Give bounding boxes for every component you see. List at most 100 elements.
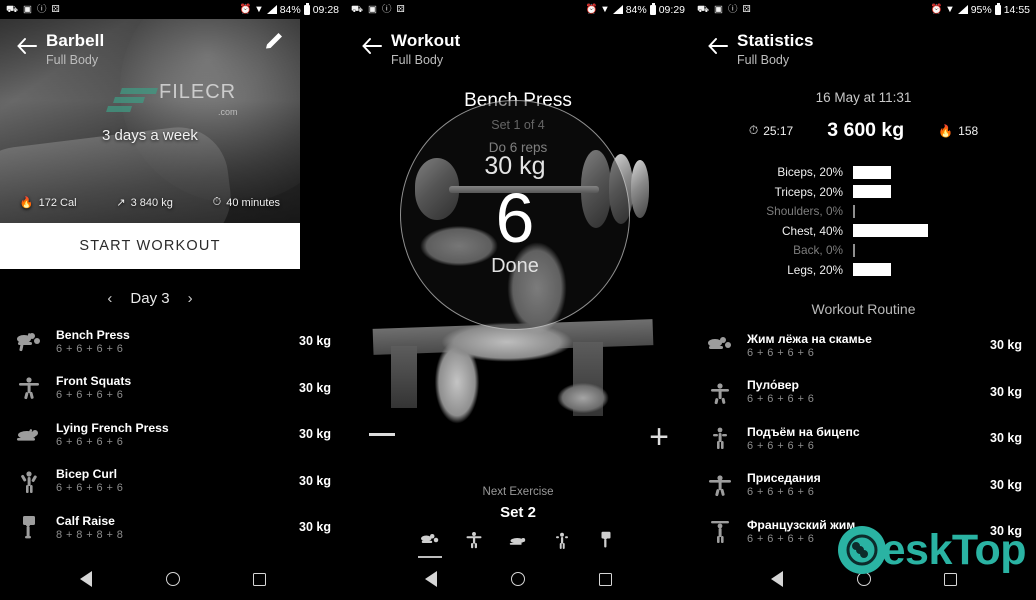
exercise-thumbnail	[701, 421, 739, 455]
exercise-reps: 6 + 6 + 6 + 6	[747, 439, 815, 452]
dial-weight-label: 30 kg	[484, 152, 546, 180]
status-bar: ⛟ ▣ ⓘ ⚄ ⏰ ▼ 95% 14:55	[691, 0, 1036, 19]
exercise-name: Приседания	[747, 471, 821, 486]
french-press-figure-icon	[711, 521, 729, 544]
exercise-info: Lying French Press 6 + 6 + 6 + 6	[48, 421, 299, 448]
filecr-watermark-suffix: .com	[218, 107, 238, 117]
filecr-logo-bars	[106, 88, 158, 112]
clock: 09:28	[312, 3, 339, 16]
wifi-icon: ▼	[945, 3, 955, 15]
list-item[interactable]: Calf Raise 8 + 8 + 8 + 8 30 kg	[0, 504, 345, 551]
exercise-info: Front Squats 6 + 6 + 6 + 6	[48, 374, 299, 401]
alarm-icon: ⏰	[239, 3, 252, 15]
list-item[interactable]: Приседания 6 + 6 + 6 + 6 30 kg	[691, 462, 1036, 509]
exercise-weight: 30 kg	[990, 477, 1022, 492]
nav-recents-button[interactable]	[597, 571, 614, 588]
chart-label: Chest, 40%	[782, 223, 843, 238]
chart-bar	[853, 165, 891, 179]
stat-duration-value: 40 minutes	[226, 196, 281, 209]
rep-counter-dial[interactable]: 30 kg 6 Done	[400, 100, 630, 330]
back-triangle-icon	[770, 571, 783, 587]
page-title: Statistics	[737, 31, 814, 50]
next-exercise-label: Next Exercise	[482, 486, 554, 498]
chart-bar-wrap	[853, 165, 891, 179]
next-day-button[interactable]: ›	[184, 288, 197, 309]
signal-icon	[957, 5, 968, 14]
nav-home-button[interactable]	[164, 571, 181, 588]
nav-back-button[interactable]	[768, 571, 785, 588]
start-workout-button[interactable]: START WORKOUT	[0, 223, 300, 269]
vibrate-icon: ⚄	[51, 3, 60, 15]
vibrate-icon: ⚄	[396, 3, 405, 15]
back-button[interactable]	[357, 29, 391, 63]
nav-recents-button[interactable]	[251, 571, 268, 588]
status-bar-left-icons: ⛟ ▣ ⓘ ⚄	[697, 5, 751, 15]
list-item[interactable]: Подъём на бицепс 6 + 6 + 6 + 6 30 kg	[691, 415, 1036, 462]
list-item[interactable]: Lying French Press 6 + 6 + 6 + 6 30 kg	[0, 411, 345, 458]
status-bar-right-icons: ⏰ ▼ 95% 14:55	[930, 3, 1030, 16]
filmstrip-item-front-squats[interactable]	[460, 526, 488, 554]
exercise-info: Жим лёжа на скамье 6 + 6 + 6 + 6	[739, 332, 990, 359]
chart-bar	[853, 243, 855, 257]
usb-icon: ⛟	[351, 3, 363, 15]
screen-statistics: ⛟ ▣ ⓘ ⚄ ⏰ ▼ 95% 14:55 Statistics Full Bo…	[691, 0, 1036, 600]
decrease-reps-button[interactable]	[369, 433, 395, 436]
exercise-info: Подъём на бицепс 6 + 6 + 6 + 6	[739, 425, 990, 452]
squat-figure-icon	[709, 475, 731, 496]
desktop-watermark: eskTop	[836, 524, 1027, 576]
lying-french-press-figure-icon	[17, 429, 38, 441]
exercise-weight: 30 kg	[990, 384, 1022, 399]
session-date: 16 May at 11:31	[815, 90, 912, 106]
wifi-icon: ▼	[254, 3, 264, 15]
edit-button[interactable]	[262, 29, 288, 55]
stat-calories: 🔥 172 Cal	[20, 196, 77, 210]
nav-back-button[interactable]	[423, 571, 440, 588]
chart-bar-wrap	[853, 243, 855, 257]
list-item[interactable]: Пуло́вер 6 + 6 + 6 + 6 30 kg	[691, 369, 1036, 416]
back-triangle-icon	[425, 571, 437, 587]
exercise-weight: 30 kg	[990, 431, 1022, 446]
exercise-thumbnail	[701, 375, 739, 409]
page-title: Workout	[391, 31, 461, 50]
exercise-info: Приседания 6 + 6 + 6 + 6	[739, 471, 990, 498]
exercise-name: Жим лёжа на скамье	[747, 331, 872, 346]
dnd-icon: ⓘ	[727, 3, 738, 15]
android-nav-bar	[345, 558, 691, 600]
chart-row: Legs, 20%	[751, 260, 1036, 280]
filmstrip-item-bicep-curl[interactable]	[548, 526, 576, 554]
chart-label: Back, 0%	[793, 243, 843, 258]
stopwatch-icon: ⏱	[748, 123, 759, 138]
chart-row: Back, 0%	[751, 240, 1036, 260]
nav-back-button[interactable]	[77, 571, 94, 588]
list-item[interactable]: Bicep Curl 6 + 6 + 6 + 6 30 kg	[0, 458, 345, 505]
signal-icon	[266, 5, 277, 14]
list-item[interactable]: Bench Press 6 + 6 + 6 + 6 30 kg	[0, 318, 345, 365]
exercise-weight: 30 kg	[299, 380, 331, 395]
chart-label: Biceps, 20%	[777, 165, 843, 180]
pullover-figure-icon	[711, 383, 729, 404]
screenshot-icon: ▣	[367, 3, 377, 15]
list-item[interactable]: Front Squats 6 + 6 + 6 + 6 30 kg	[0, 365, 345, 412]
back-arrow-icon	[17, 38, 37, 54]
filmstrip-item-calf-raise[interactable]	[592, 526, 620, 554]
filmstrip-item-lying-french-press[interactable]	[504, 526, 532, 554]
bench-press-thumb-icon	[421, 534, 439, 543]
session-summary-row: ⏱ 25:17 3 600 kg 🔥 158	[691, 119, 1036, 142]
exercise-reps: 6 + 6 + 6 + 6	[56, 482, 124, 495]
front-squats-thumb-icon	[466, 532, 482, 549]
increase-reps-button[interactable]: +	[649, 420, 669, 454]
android-nav-bar	[0, 558, 345, 600]
filmstrip-item-bench-press[interactable]	[416, 526, 444, 558]
back-button[interactable]	[703, 29, 737, 63]
exercise-weight: 30 kg	[299, 334, 331, 349]
exercise-name: Lying French Press	[56, 420, 169, 435]
muscle-distribution-chart: Biceps, 20% Triceps, 20% Shoulders, 0% C…	[691, 162, 1036, 279]
screen-workout-detail: ⛟ ▣ ⓘ ⚄ ⏰ ▼ 84% 09:28 Barbell Full Body …	[0, 0, 345, 600]
exercise-info: Bench Press 6 + 6 + 6 + 6	[48, 328, 299, 355]
chart-row: Shoulders, 0%	[751, 201, 1036, 221]
nav-home-button[interactable]	[510, 571, 527, 588]
app-bar-titles: Barbell Full Body	[46, 29, 104, 68]
prev-day-button[interactable]: ‹	[103, 288, 116, 309]
back-button[interactable]	[12, 29, 46, 63]
list-item[interactable]: Жим лёжа на скамье 6 + 6 + 6 + 6 30 kg	[691, 322, 1036, 369]
